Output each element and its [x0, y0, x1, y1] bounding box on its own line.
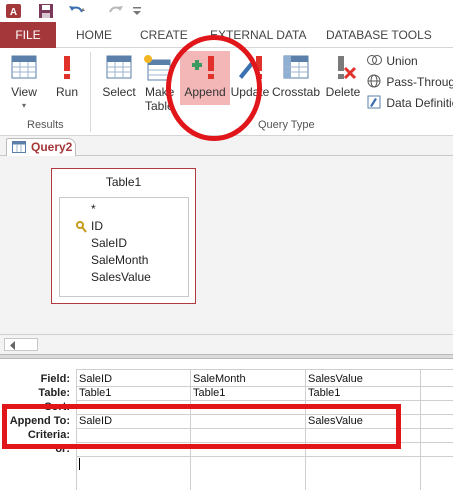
select-label: Select [102, 85, 136, 99]
primary-key-icon [76, 221, 87, 233]
quick-access-toolbar: A [0, 0, 453, 22]
pass-through-label: Pass-Through [386, 75, 453, 89]
field-all[interactable]: * [91, 201, 96, 217]
field-saleid[interactable]: SaleID [91, 235, 127, 251]
field-id[interactable]: ID [91, 218, 103, 234]
delete-query-icon [338, 56, 357, 80]
select-query-button[interactable]: Select [98, 54, 140, 99]
query-icon [12, 141, 26, 153]
row-label-field: Field: [40, 373, 70, 385]
delete-query-button[interactable]: Delete [323, 54, 363, 99]
table1-field-list[interactable]: Table1 * ID SaleID SaleMonth SalesValue [51, 168, 196, 304]
tab-create[interactable]: CREATE [140, 22, 188, 48]
annotation-circle [166, 35, 262, 141]
union-label: Union [386, 54, 418, 68]
grid-divider [76, 386, 453, 387]
field-salemonth[interactable]: SaleMonth [91, 252, 148, 268]
run-button[interactable]: Run [50, 54, 84, 99]
tab-file[interactable]: FILE [0, 22, 56, 48]
scroll-left-button[interactable] [4, 338, 38, 351]
access-logo-icon: A [6, 4, 21, 18]
annotation-rectangle [2, 404, 401, 449]
union-query-button[interactable]: Union [367, 53, 418, 69]
grid-cell-field[interactable]: SaleMonth [193, 373, 246, 385]
tab-home[interactable]: HOME [76, 22, 112, 48]
svg-text:A: A [10, 7, 17, 18]
results-group-label: Results [27, 119, 64, 131]
row-label-table: Table: [38, 387, 70, 399]
grid-cell-table[interactable]: Table1 [308, 387, 340, 399]
select-query-icon [106, 55, 132, 79]
save-icon[interactable] [38, 3, 54, 19]
undo-icon[interactable] [67, 3, 87, 19]
data-definition-label: Data Definition [386, 96, 453, 110]
grid-cell-field[interactable]: SaleID [79, 373, 112, 385]
tab-database-tools[interactable]: DATABASE TOOLS [326, 22, 432, 48]
view-label: View [11, 85, 37, 99]
grid-divider [76, 369, 453, 370]
globe-icon [367, 74, 381, 88]
grid-cell-field[interactable]: SalesValue [308, 373, 363, 385]
view-button[interactable]: View ▾ [4, 54, 44, 113]
text-cursor [79, 458, 80, 470]
arrow-left-icon [10, 341, 15, 350]
grid-divider [420, 369, 421, 490]
view-dropdown-icon: ▾ [21, 101, 26, 110]
field-list-box: * ID SaleID SaleMonth SalesValue [59, 197, 189, 297]
view-icon [11, 55, 37, 79]
data-definition-query-button[interactable]: Data Definition [367, 95, 453, 111]
grid-divider [76, 456, 453, 457]
document-tab-label: Query2 [31, 140, 73, 154]
redo-icon[interactable] [107, 3, 127, 19]
grid-cell-table[interactable]: Table1 [193, 387, 225, 399]
grid-divider [76, 400, 453, 401]
grid-cell-table[interactable]: Table1 [79, 387, 111, 399]
crosstab-query-icon [283, 55, 309, 79]
data-definition-icon [367, 95, 381, 109]
run-label: Run [55, 85, 78, 99]
tab-query2[interactable]: Query2 [6, 138, 76, 156]
group-divider [90, 52, 91, 132]
field-list-title: Table1 [105, 175, 142, 189]
field-salesvalue[interactable]: SalesValue [91, 269, 151, 285]
crosstab-query-button[interactable]: Crosstab [271, 54, 321, 99]
union-icon [367, 55, 382, 65]
crosstab-label: Crosstab [271, 85, 321, 99]
horizontal-scrollbar[interactable] [0, 334, 453, 354]
customize-toolbar-icon[interactable] [132, 5, 144, 17]
exclamation-icon [64, 56, 70, 79]
pass-through-query-button[interactable]: Pass-Through [367, 74, 453, 90]
delete-label: Delete [325, 85, 361, 99]
query-type-group-label: Query Type [258, 119, 315, 131]
